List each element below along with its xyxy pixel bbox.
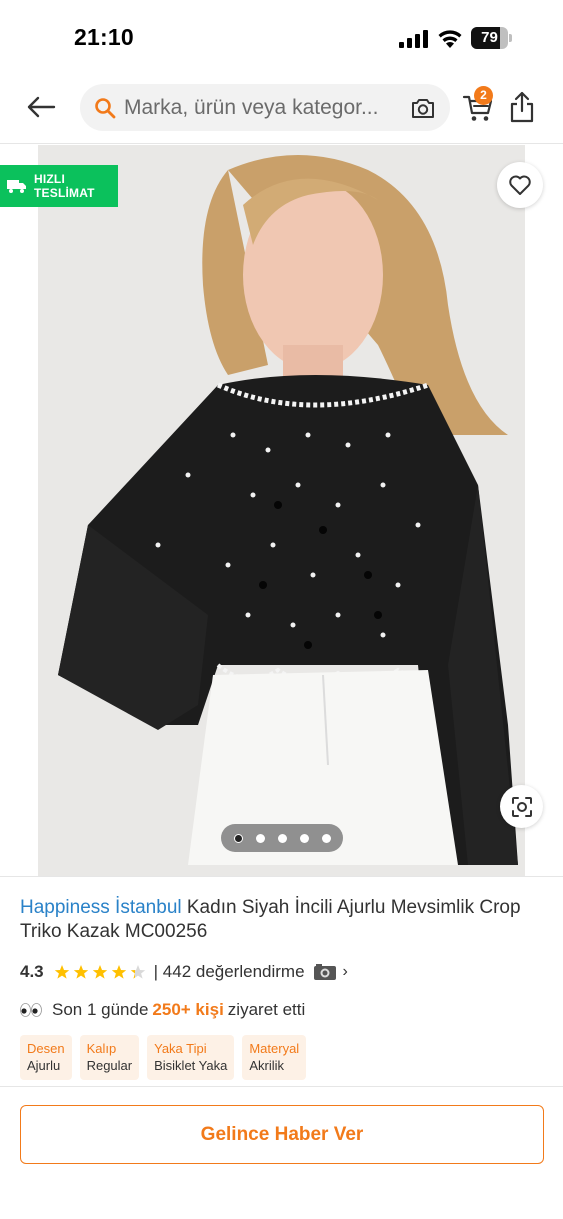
attribute-chip: Kalıp Regular [79,1035,140,1080]
back-arrow-icon [27,96,56,118]
attribute-chip: Materyal Akrilik [242,1035,307,1080]
carousel-dot[interactable] [255,833,265,843]
cart-count-badge: 2 [474,86,493,105]
battery-label: 79 [481,29,498,46]
attribute-value: Akrilik [249,1058,285,1073]
attribute-chip: Yaka Tipi Bisiklet Yaka [147,1035,235,1080]
search-box[interactable] [80,84,450,131]
rating-value: 4.3 [20,962,44,981]
battery-icon: 79 [471,27,513,49]
review-count: | 442 değerlendirme [153,962,305,981]
attribute-value: Regular [86,1058,133,1073]
share-icon[interactable] [508,91,536,123]
attribute-value: Ajurlu [27,1058,61,1073]
search-icon [95,98,116,119]
visit-stats: Son 1 günde 250+ kişi ziyaret etti [20,1000,305,1020]
carousel-dot[interactable] [321,833,331,843]
status-bar: 21:10 79 [0,0,563,78]
divider [0,876,563,877]
camera-icon [313,964,336,980]
product-attributes: Desen Ajurlu Kalıp Regular Yaka Tipi Bis… [20,1035,307,1080]
notify-when-available-button[interactable]: Gelince Haber Ver [20,1105,544,1164]
attribute-chip: Desen Ajurlu [20,1035,72,1080]
eyes-icon [20,1003,42,1017]
heart-icon [509,175,531,195]
brand-link[interactable]: Happiness İstanbul [20,897,182,918]
star-icon [111,965,126,979]
product-photo[interactable] [38,145,525,876]
favorite-button[interactable] [497,162,543,208]
delivery-truck-icon [7,180,26,193]
attribute-name: Kalıp [86,1041,117,1056]
status-time: 21:10 [74,24,134,50]
star-rating [54,964,146,980]
attribute-name: Materyal [249,1041,300,1056]
star-icon [130,965,145,979]
back-button[interactable] [22,92,60,122]
divider [0,1086,563,1087]
carousel-dot[interactable] [233,833,243,843]
star-icon [73,965,88,979]
fast-delivery-line2: TESLİMAT [34,186,95,200]
search-input[interactable] [124,84,404,131]
carousel-dot[interactable] [299,833,309,843]
carousel-dot[interactable] [277,833,287,843]
signal-icon [399,30,428,48]
fast-delivery-badge: HIZLI TESLİMAT [0,165,118,207]
product-photo-illustration [58,155,518,865]
visual-search-button[interactable] [500,785,543,828]
wifi-icon [438,30,462,48]
attribute-name: Yaka Tipi [154,1041,207,1056]
top-nav: 2 [0,78,563,144]
chevron-right-icon: › [342,963,348,980]
attribute-value: Bisiklet Yaka [154,1058,228,1073]
fast-delivery-line1: HIZLI [34,172,65,186]
star-icon [54,965,69,979]
carousel-indicator[interactable] [221,824,343,852]
rating-row[interactable]: 4.3 | 442 değerlendirme › [20,961,348,983]
visual-search-icon [511,796,532,817]
star-icon [92,965,107,979]
visit-count: 250+ kişi [152,1000,224,1019]
product-image-carousel[interactable]: HIZLI TESLİMAT [0,145,563,876]
camera-search-icon[interactable] [410,96,436,120]
visit-suffix: ziyaret etti [227,1000,306,1019]
attribute-name: Desen [27,1041,65,1056]
product-title: Happiness İstanbul Kadın Siyah İncili Aj… [20,896,540,944]
visit-prefix: Son 1 günde [52,1000,149,1019]
